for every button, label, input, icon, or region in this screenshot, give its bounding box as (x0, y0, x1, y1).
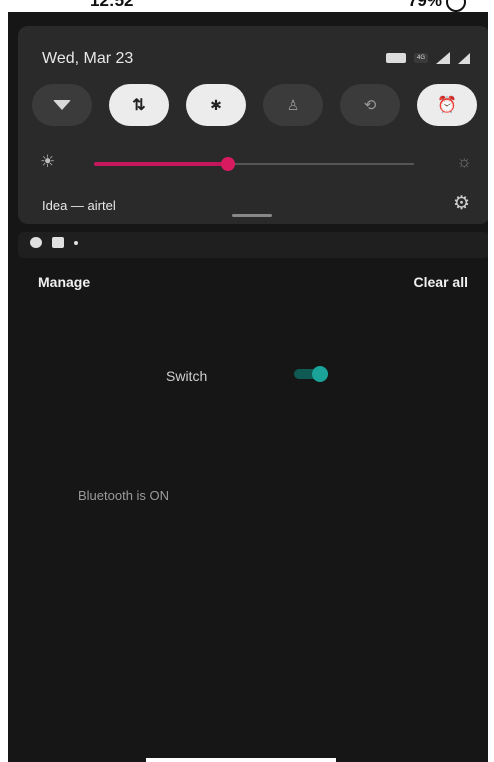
switch-label: Switch (166, 368, 208, 384)
tile-auto-rotate[interactable]: ⟲ (340, 84, 400, 126)
quick-settings-panel: Wed, Mar 23 4G ⇅ ✱ ♙ ⟲ ⏰ ☀ ☼ Idea — airt… (18, 26, 488, 224)
clear-all-button[interactable]: Clear all (414, 274, 468, 290)
flashlight-icon: ♙ (286, 96, 300, 113)
drag-handle[interactable] (232, 214, 272, 217)
wifi-icon (53, 100, 71, 110)
signal-indicators: 4G (386, 52, 470, 64)
notification-icons-strip[interactable] (18, 232, 488, 258)
gear-icon[interactable]: ⚙ (453, 192, 470, 215)
tile-alarm[interactable]: ⏰ (417, 84, 477, 126)
status-time: 12:52 (90, 0, 134, 10)
app-notification-icon (30, 237, 42, 248)
brightness-slider[interactable] (94, 157, 414, 171)
signal-strength-icon (436, 52, 450, 64)
more-dot-icon (74, 240, 78, 245)
alarm-icon: ⏰ (437, 97, 457, 114)
tile-mobile-data[interactable]: ⇅ (109, 84, 169, 126)
tile-flashlight[interactable]: ♙ (263, 84, 323, 126)
brightness-fill (94, 162, 229, 166)
brightness-auto-icon[interactable]: ☼ (456, 152, 472, 172)
bluetooth-status-text: Bluetooth is ON (78, 488, 170, 503)
battery-icon (446, 0, 466, 12)
phone-screen: 12:52 79% Wed, Mar 23 4G ⇅ ✱ ♙ ⟲ ⏰ ☀ ☼ I… (8, 0, 488, 762)
image-notification-icon (52, 237, 64, 248)
brightness-handle[interactable] (221, 157, 236, 171)
date-label: Wed, Mar 23 (42, 50, 134, 67)
signal-strength-icon-2 (458, 52, 470, 64)
carrier-label: Idea — airtel (42, 198, 116, 213)
rotate-icon: ⟲ (363, 97, 377, 114)
manage-button[interactable]: Manage (38, 274, 90, 290)
brightness-low-icon: ☀ (40, 152, 56, 171)
sim-icon (386, 53, 406, 63)
bluetooth-icon: ✱ (210, 96, 222, 113)
quick-tiles: ⇅ ✱ ♙ ⟲ ⏰ (32, 84, 478, 126)
bluetooth-toggle[interactable] (294, 366, 330, 382)
network-badge: 4G (414, 53, 428, 63)
mobile-data-icon: ⇅ (132, 97, 146, 114)
tile-wifi[interactable] (32, 84, 92, 126)
home-indicator[interactable] (146, 758, 336, 762)
tile-bluetooth[interactable]: ✱ (186, 84, 246, 126)
battery-percent: 79% (407, 0, 442, 10)
status-bar: 12:52 79% (8, 0, 488, 12)
brightness-row: ☀ ☼ (40, 152, 472, 176)
toggle-thumb (312, 366, 328, 382)
